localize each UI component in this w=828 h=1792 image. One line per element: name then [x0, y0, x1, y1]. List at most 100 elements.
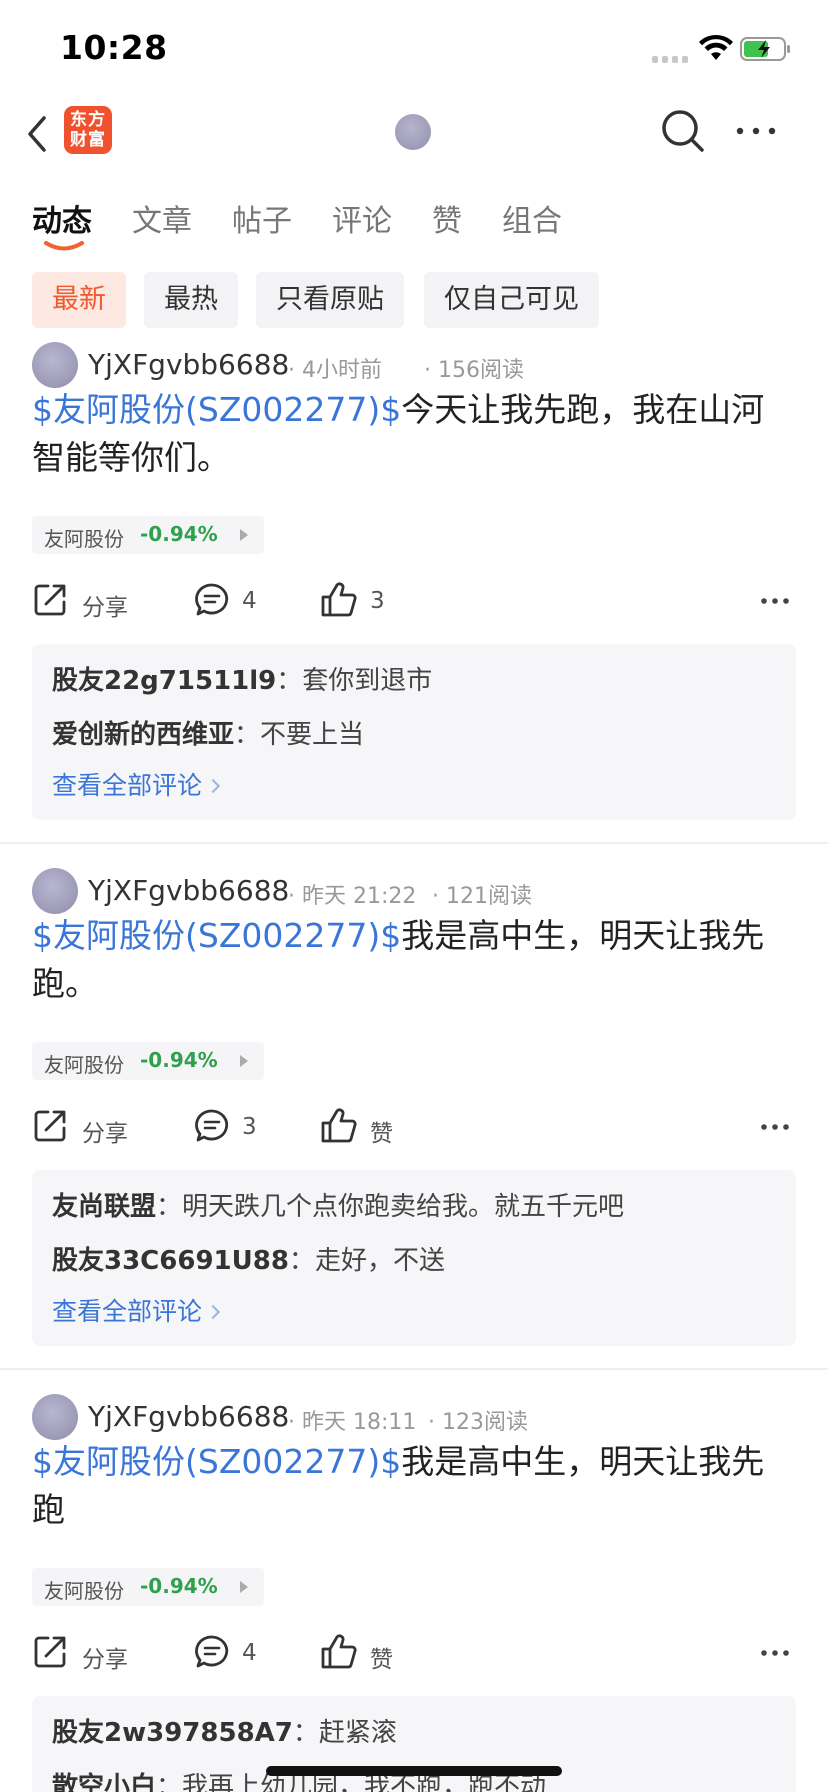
share-button[interactable]: 分享	[32, 1104, 142, 1152]
username[interactable]: YjXFgvbb6688	[88, 1400, 289, 1433]
play-arrow-icon	[240, 1581, 248, 1593]
search-icon[interactable]	[660, 108, 706, 154]
comment-button[interactable]: 3	[194, 1104, 274, 1152]
comment-item[interactable]: 友尚联盟：明天跌几个点你跑卖给我。就五千元吧	[52, 1186, 624, 1223]
avatar[interactable]	[32, 1394, 78, 1440]
comment-author[interactable]: 散空小白	[52, 1772, 156, 1792]
status-bar: 10:28	[0, 0, 828, 96]
thumbs-up-icon	[321, 582, 357, 617]
view-all-comments-link[interactable]: 查看全部评论	[52, 1292, 221, 1328]
home-indicator	[266, 1766, 562, 1776]
filter-original-only[interactable]: 只看原贴	[256, 272, 404, 328]
username[interactable]: YjXFgvbb6688	[88, 874, 289, 907]
comment-preview: 股友22g71511l9：套你到退市 爱创新的西维亚：不要上当 查看全部评论	[32, 644, 796, 820]
post-text[interactable]: $友阿股份(SZ002277)$我是高中生，明天让我先跑。	[32, 912, 792, 1008]
comment-count: 4	[242, 588, 257, 614]
share-button[interactable]: 分享	[32, 578, 142, 626]
comment-item[interactable]: 爱创新的西维亚：不要上当	[52, 714, 364, 751]
comment-item[interactable]: 股友22g71511l9：套你到退市	[52, 660, 432, 697]
filter-hottest[interactable]: 最热	[144, 272, 238, 328]
post-header: YjXFgvbb6688 · 昨天 21:22 · 121阅读	[32, 868, 812, 914]
tab-posts[interactable]: 帖子	[232, 196, 292, 240]
more-dots-icon[interactable]	[760, 596, 790, 606]
play-arrow-icon	[240, 529, 248, 541]
stock-tag[interactable]: 友阿股份 -0.94%	[32, 516, 264, 554]
post-time: · 昨天 21:22	[288, 884, 417, 909]
logo-line-1: 东方	[70, 110, 106, 130]
avatar[interactable]	[32, 342, 78, 388]
stock-link[interactable]: $友阿股份(SZ002277)$	[32, 916, 401, 955]
avatar[interactable]	[32, 868, 78, 914]
tab-portfolio[interactable]: 组合	[502, 196, 562, 240]
like-button[interactable]: 赞	[320, 1630, 400, 1678]
comment-author[interactable]: 友尚联盟	[52, 1192, 156, 1222]
like-label: 赞	[370, 1647, 393, 1673]
stock-name: 友阿股份	[44, 1053, 124, 1077]
status-time: 10:28	[60, 28, 168, 67]
like-count: 3	[370, 588, 385, 614]
post-card[interactable]: YjXFgvbb6688 · 4小时前 · 156阅读 $友阿股份(SZ0022…	[0, 342, 828, 820]
back-arrow-icon[interactable]	[22, 112, 54, 156]
post-header: YjXFgvbb6688 · 昨天 18:11 · 123阅读	[32, 1394, 812, 1440]
more-options-icon[interactable]	[734, 124, 778, 138]
share-label: 分享	[82, 595, 128, 621]
tab-likes[interactable]: 赞	[432, 196, 462, 240]
active-tab-indicator	[44, 241, 84, 251]
nav-bar: 东方 财富	[0, 96, 828, 172]
share-button[interactable]: 分享	[32, 1630, 142, 1678]
stock-link[interactable]: $友阿股份(SZ002277)$	[32, 1442, 401, 1481]
stock-tag[interactable]: 友阿股份 -0.94%	[32, 1568, 264, 1606]
comment-count: 3	[242, 1114, 257, 1140]
comment-author[interactable]: 股友33C6691U88	[52, 1246, 289, 1276]
post-time: · 4小时前	[288, 358, 382, 383]
post-card[interactable]: YjXFgvbb6688 · 昨天 18:11 · 123阅读 $友阿股份(SZ…	[0, 1394, 828, 1792]
post-text[interactable]: $友阿股份(SZ002277)$今天让我先跑，我在山河智能等你们。	[32, 386, 792, 482]
cellular-signal-icon	[652, 53, 690, 63]
tab-dynamic[interactable]: 动态	[32, 196, 92, 240]
share-label: 分享	[82, 1121, 128, 1147]
stock-name: 友阿股份	[44, 527, 124, 551]
stock-tag[interactable]: 友阿股份 -0.94%	[32, 1042, 264, 1080]
comment-item[interactable]: 股友33C6691U88：走好，不送	[52, 1240, 445, 1277]
view-all-comments-link[interactable]: 查看全部评论	[52, 766, 221, 802]
logo-line-2: 财富	[70, 130, 106, 150]
username[interactable]: YjXFgvbb6688	[88, 348, 289, 381]
filter-latest[interactable]: 最新	[32, 272, 126, 328]
thumbs-up-icon	[321, 1108, 357, 1143]
stock-link[interactable]: $友阿股份(SZ002277)$	[32, 390, 401, 429]
tab-comments[interactable]: 评论	[332, 196, 392, 240]
stock-change: -0.94%	[140, 1574, 218, 1598]
play-arrow-icon	[240, 1055, 248, 1067]
more-dots-icon[interactable]	[760, 1122, 790, 1132]
comment-author[interactable]: 股友22g71511l9	[52, 666, 276, 696]
chevron-right-icon	[205, 1304, 221, 1320]
comment-icon	[195, 1635, 229, 1668]
profile-avatar[interactable]	[395, 114, 431, 150]
share-icon	[34, 584, 66, 616]
tab-articles[interactable]: 文章	[132, 196, 192, 240]
comment-author[interactable]: 爱创新的西维亚	[52, 720, 234, 750]
comment-button[interactable]: 4	[194, 578, 274, 626]
comment-author[interactable]: 股友2w397858A7	[52, 1718, 293, 1748]
action-bar: 分享 4 3	[32, 578, 796, 626]
comment-text: 不要上当	[260, 720, 365, 750]
like-button[interactable]: 赞	[320, 1104, 400, 1152]
comment-text: 赶紧滚	[318, 1718, 397, 1748]
divider	[0, 1368, 828, 1370]
comment-text: 套你到退市	[302, 666, 433, 696]
comment-button[interactable]: 4	[194, 1630, 274, 1678]
share-icon	[34, 1636, 66, 1668]
filter-private-only[interactable]: 仅自己可见	[424, 272, 599, 328]
eastmoney-logo[interactable]: 东方 财富	[64, 106, 112, 154]
like-button[interactable]: 3	[320, 578, 400, 626]
more-dots-icon[interactable]	[760, 1648, 790, 1658]
page: 10:28 东方 财富 动态 文章 帖子 评论 赞 组合 最新 最热 只看原贴 …	[0, 0, 828, 1792]
comment-item[interactable]: 股友2w397858A7：赶紧滚	[52, 1712, 397, 1749]
stock-change: -0.94%	[140, 522, 218, 546]
read-count: · 123阅读	[428, 1410, 528, 1435]
post-card[interactable]: YjXFgvbb6688 · 昨天 21:22 · 121阅读 $友阿股份(SZ…	[0, 868, 828, 1346]
comment-icon	[195, 1109, 229, 1142]
post-text[interactable]: $友阿股份(SZ002277)$我是高中生，明天让我先跑	[32, 1438, 792, 1534]
share-icon	[34, 1110, 66, 1142]
share-label: 分享	[82, 1647, 128, 1673]
